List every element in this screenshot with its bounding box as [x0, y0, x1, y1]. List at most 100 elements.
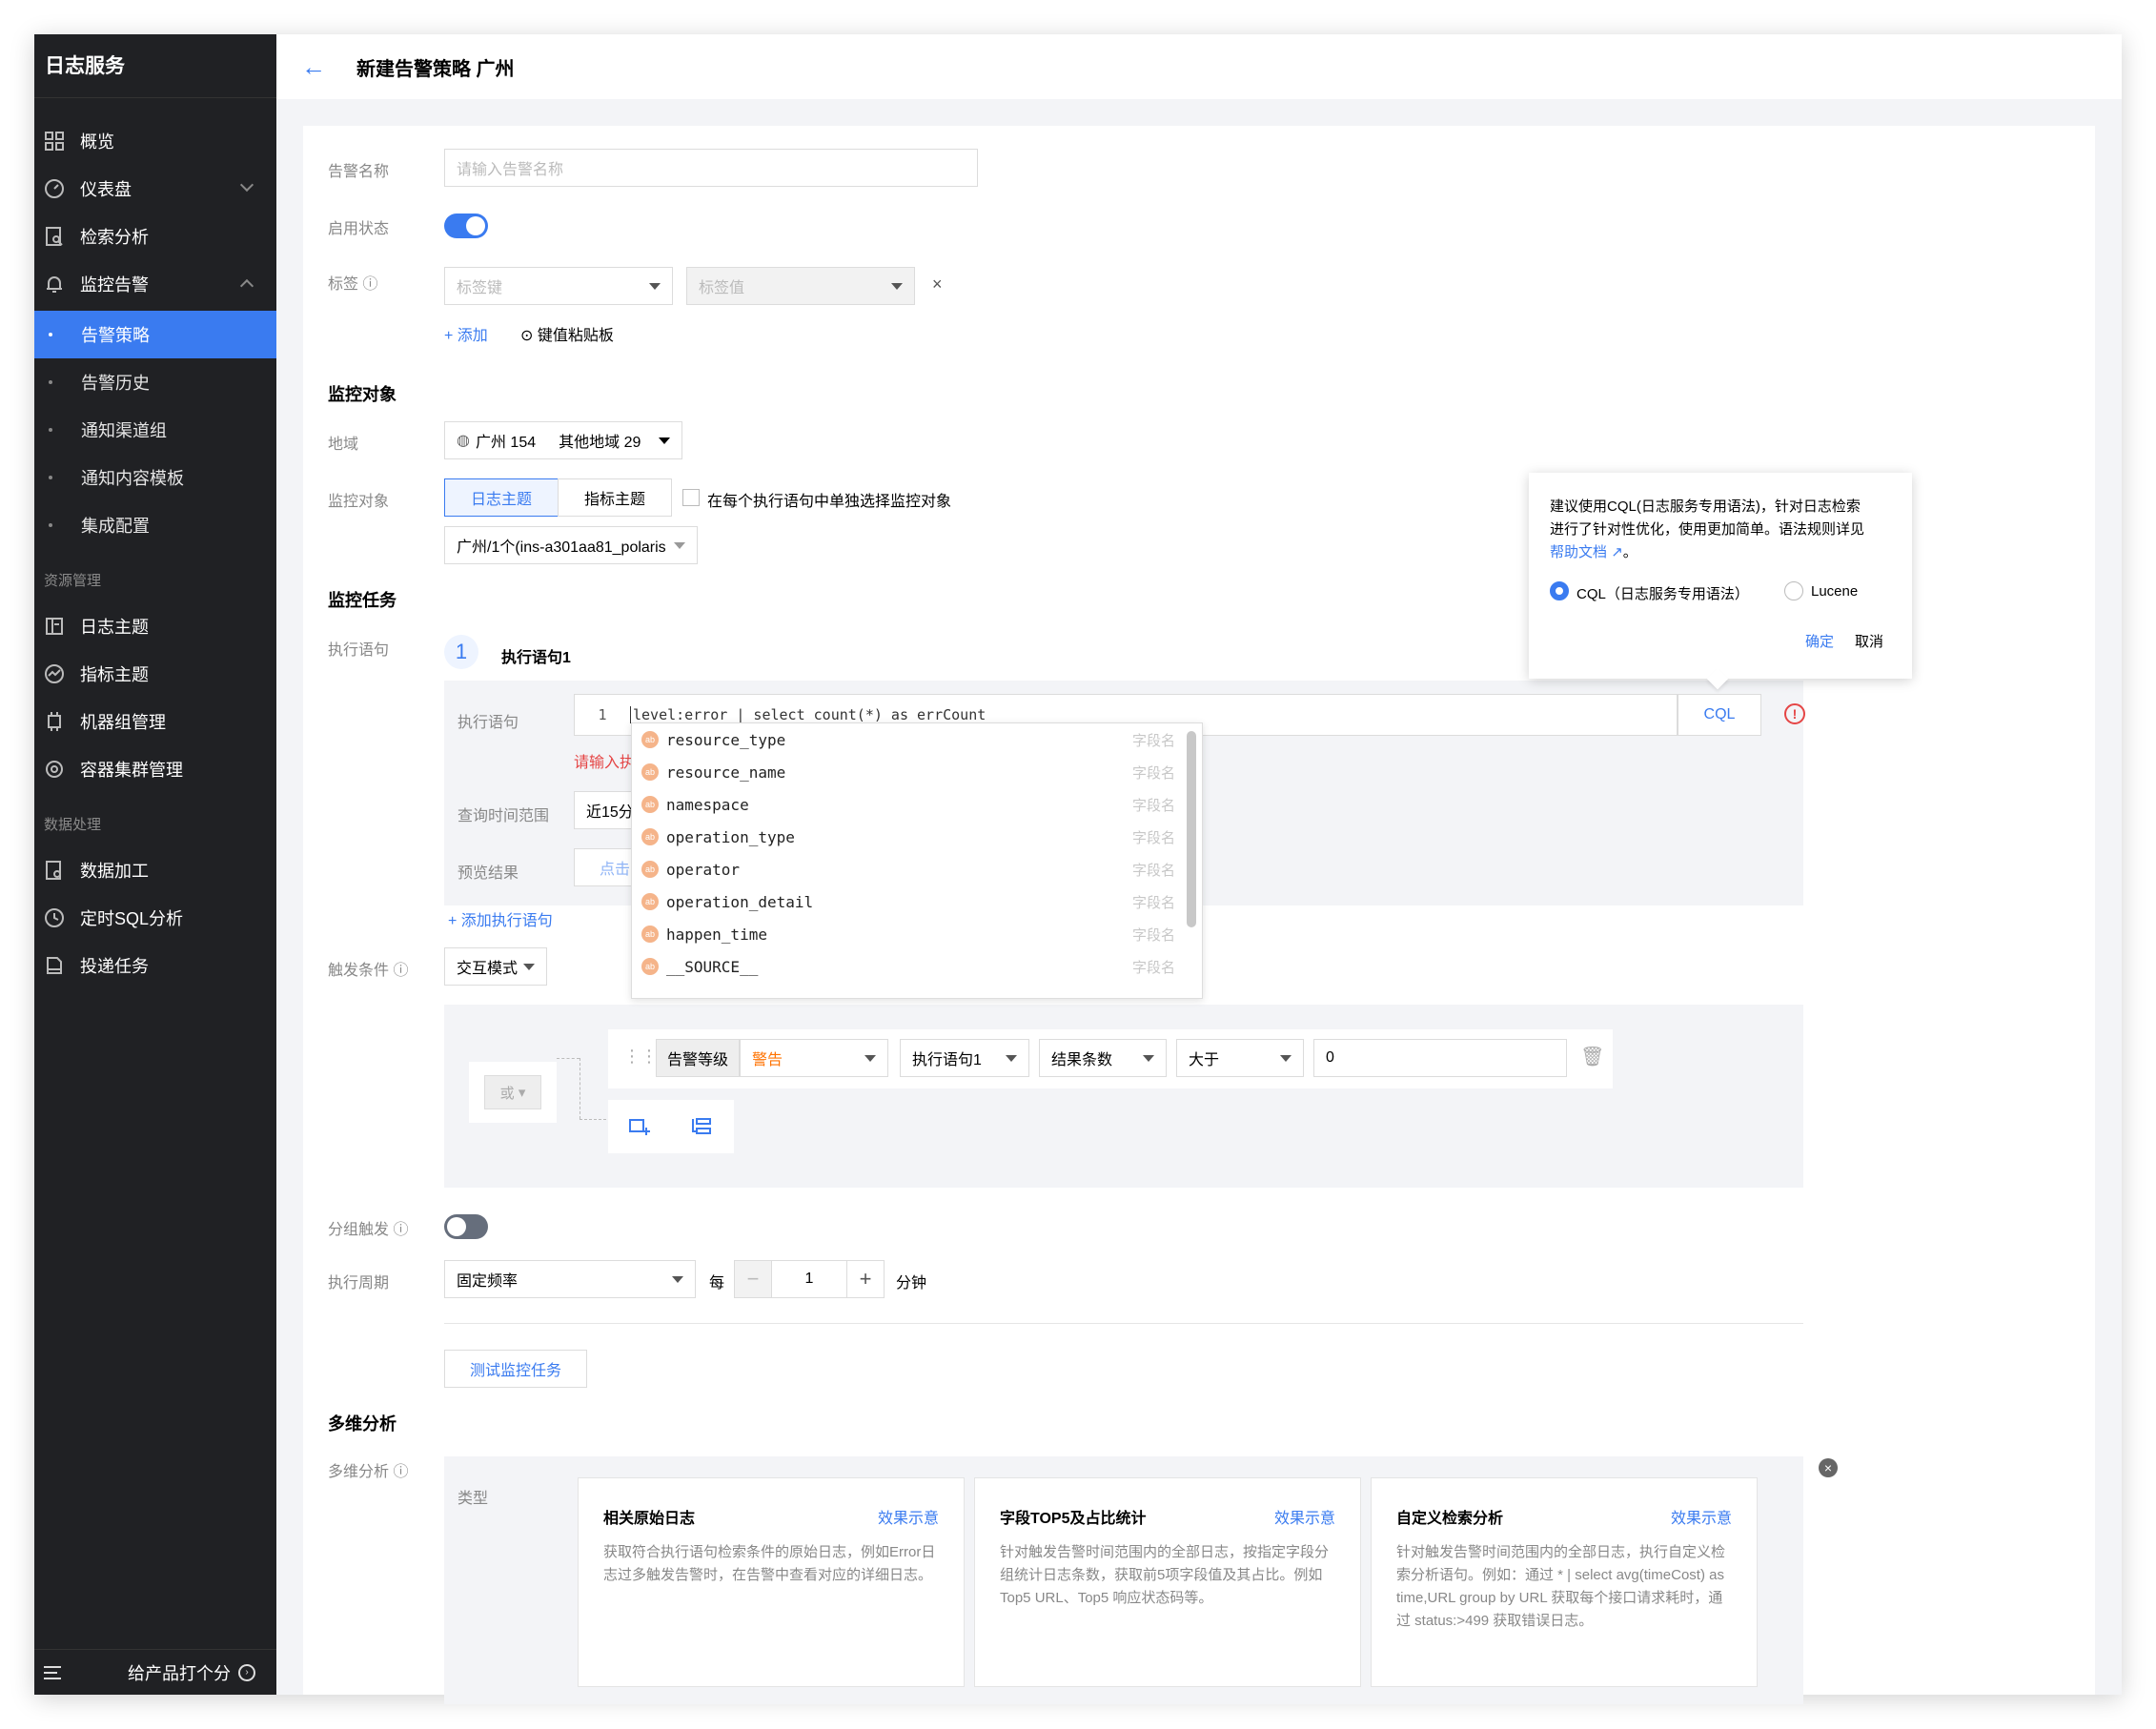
sidebar: 日志服务 概览 仪表盘 检索分析 监控告警 告警策略 告警历史 通知渠道组 通知… — [34, 34, 276, 1695]
sidebar-item-search[interactable]: 检索分析 — [34, 213, 276, 260]
region-select[interactable]: ◍ 广州 154 其他地域 29 — [444, 421, 682, 459]
confirm-button[interactable]: 确定 — [1805, 631, 1834, 651]
condition-statement-value: 执行语句1 — [912, 1052, 982, 1068]
sidebar-item-integration[interactable]: 集成配置 — [34, 501, 276, 549]
cql-button[interactable]: CQL — [1678, 694, 1761, 736]
add-condition-icon[interactable] — [608, 1100, 671, 1153]
separate-object-checkbox[interactable] — [682, 489, 700, 506]
or-group: 或 ▾ — [469, 1062, 557, 1123]
close-icon[interactable]: × — [932, 275, 943, 295]
analysis-card-top5[interactable]: 字段TOP5及占比统计 效果示意 针对触发告警时间范围内的全部日志，按指定字段分… — [974, 1477, 1361, 1687]
condition-operator-select[interactable]: 大于 — [1176, 1039, 1304, 1077]
sidebar-item-scheduled-sql[interactable]: 定时SQL分析 — [34, 894, 276, 942]
lucene-radio[interactable] — [1784, 581, 1803, 600]
field-icon: ab — [641, 926, 659, 943]
sidebar-item-label: 机器组管理 — [80, 713, 166, 732]
trigger-mode-select[interactable]: 交互模式 — [444, 947, 547, 986]
effect-demo-link[interactable]: 效果示意 — [1671, 1505, 1732, 1528]
chip-icon — [44, 711, 65, 732]
test-task-button[interactable]: 测试监控任务 — [444, 1350, 587, 1388]
alarm-level-select[interactable]: 警告 — [740, 1039, 888, 1077]
multi-analysis-title: 多维分析 — [328, 1414, 397, 1434]
period-mode-select[interactable]: 固定频率 — [444, 1260, 696, 1298]
alarm-name-input[interactable]: 请输入告警名称 — [444, 149, 978, 187]
cql-radio[interactable] — [1550, 581, 1569, 600]
close-circle-icon[interactable]: × — [1819, 1458, 1838, 1477]
minute-label: 分钟 — [896, 1275, 927, 1292]
sidebar-item-log-topic[interactable]: 日志主题 — [34, 602, 276, 650]
bullet-icon — [49, 333, 52, 336]
sidebar-item-machine-group[interactable]: 机器组管理 — [34, 698, 276, 745]
period-value-input[interactable]: 1 — [771, 1260, 847, 1298]
scrollbar[interactable] — [1187, 731, 1196, 927]
field-icon: ab — [641, 861, 659, 878]
trigger-mode-value: 交互模式 — [457, 961, 519, 977]
error-hint: 请输入执 — [574, 755, 636, 771]
autocomplete-item[interactable]: ab resource_name 字段名 — [632, 756, 1185, 788]
autocomplete-item[interactable]: ab namespace 字段名 — [632, 788, 1185, 821]
increment-button[interactable]: + — [846, 1260, 885, 1298]
sidebar-item-overview[interactable]: 概览 — [34, 117, 276, 165]
arrow-circle-icon[interactable]: › — [238, 1663, 255, 1681]
bullet-icon — [49, 476, 52, 479]
decrement-button[interactable]: − — [734, 1260, 772, 1298]
drag-handle-icon[interactable]: ⋮⋮ — [623, 1047, 658, 1067]
condition-value: 0 — [1326, 1049, 1334, 1066]
cancel-button[interactable]: 取消 — [1855, 631, 1883, 651]
tag-key-select[interactable]: 标签键 — [444, 267, 673, 305]
condition-value-input[interactable]: 0 — [1313, 1039, 1567, 1077]
monitor-object-title: 监控对象 — [328, 385, 397, 404]
field-icon: ab — [641, 796, 659, 813]
query-text: level:error | select count(*) as errCoun… — [630, 706, 986, 723]
sidebar-section-data: 数据处理 — [44, 817, 102, 833]
alarm-name-label: 告警名称 — [328, 164, 390, 180]
effect-demo-link[interactable]: 效果示意 — [1274, 1505, 1335, 1528]
analysis-card-raw-log[interactable]: 相关原始日志 效果示意 获取符合执行语句检索条件的原始日志，例如Error日志过… — [578, 1477, 965, 1687]
back-arrow-icon[interactable]: ← — [301, 52, 326, 82]
enable-toggle[interactable] — [444, 214, 488, 238]
sidebar-item-notify-template[interactable]: 通知内容模板 — [34, 454, 276, 501]
tab-log-topic[interactable]: 日志主题 — [444, 478, 559, 517]
analysis-card-desc: 针对触发告警时间范围内的全部日志，执行自定义检索分析语句。例如：通过 * | s… — [1396, 1544, 1726, 1629]
sidebar-item-data-process[interactable]: 数据加工 — [34, 846, 276, 894]
tab-metric-topic[interactable]: 指标主题 — [558, 478, 672, 517]
group-trigger-toggle[interactable] — [444, 1214, 488, 1239]
field-icon: ab — [641, 958, 659, 975]
tag-value-select: 标签值 — [686, 267, 915, 305]
sidebar-item-label: 通知内容模板 — [81, 469, 184, 488]
data-process-icon — [44, 860, 65, 881]
caret-down-icon — [891, 283, 903, 290]
sidebar-item-monitor[interactable]: 监控告警 — [34, 260, 276, 308]
add-group-icon[interactable] — [671, 1100, 734, 1153]
sidebar-item-delivery[interactable]: 投递任务 — [34, 942, 276, 989]
field-icon: ab — [641, 828, 659, 845]
add-tag-button[interactable]: + 添加 — [444, 322, 488, 345]
sidebar-item-container-cluster[interactable]: 容器集群管理 — [34, 745, 276, 793]
analysis-card-custom[interactable]: 自定义检索分析 效果示意 针对触发告警时间范围内的全部日志，执行自定义检索分析语… — [1371, 1477, 1758, 1687]
autocomplete-item[interactable]: ab operator 字段名 — [632, 853, 1185, 885]
paste-board-button[interactable]: ⊙ 键值粘贴板 — [520, 322, 614, 345]
add-statement-button[interactable]: + 添加执行语句 — [448, 907, 553, 930]
caret-down-icon — [659, 437, 670, 444]
sidebar-item-label: 仪表盘 — [80, 180, 132, 199]
sidebar-item-notify-group[interactable]: 通知渠道组 — [34, 406, 276, 454]
autocomplete-item[interactable]: ab happen_time 字段名 — [632, 918, 1185, 950]
delivery-icon — [44, 955, 65, 976]
topic-select[interactable]: 广州/1个(ins-a301aa81_polaris — [444, 526, 698, 564]
autocomplete-item[interactable]: ab operation_type 字段名 — [632, 821, 1185, 853]
sidebar-item-metric-topic[interactable]: 指标主题 — [34, 650, 276, 698]
help-doc-link[interactable]: 帮助文档 — [1550, 544, 1607, 560]
rate-product-link[interactable]: 给产品打个分 — [128, 1660, 231, 1685]
sidebar-item-dashboard[interactable]: 仪表盘 — [34, 165, 276, 213]
autocomplete-item[interactable]: ab operation_detail 字段名 — [632, 885, 1185, 918]
autocomplete-item[interactable]: ab resource_type 字段名 — [632, 723, 1185, 756]
condition-statement-select[interactable]: 执行语句1 — [900, 1039, 1029, 1077]
trash-icon[interactable]: 🗑 — [1580, 1045, 1604, 1068]
sidebar-item-alarm-policy[interactable]: 告警策略 — [34, 311, 276, 358]
menu-icon[interactable] — [44, 1665, 61, 1679]
sidebar-item-alarm-history[interactable]: 告警历史 — [34, 358, 276, 406]
bullet-icon — [49, 523, 52, 527]
effect-demo-link[interactable]: 效果示意 — [878, 1505, 939, 1528]
autocomplete-item[interactable]: ab __SOURCE__ 字段名 — [632, 950, 1185, 983]
condition-metric-select[interactable]: 结果条数 — [1039, 1039, 1167, 1077]
